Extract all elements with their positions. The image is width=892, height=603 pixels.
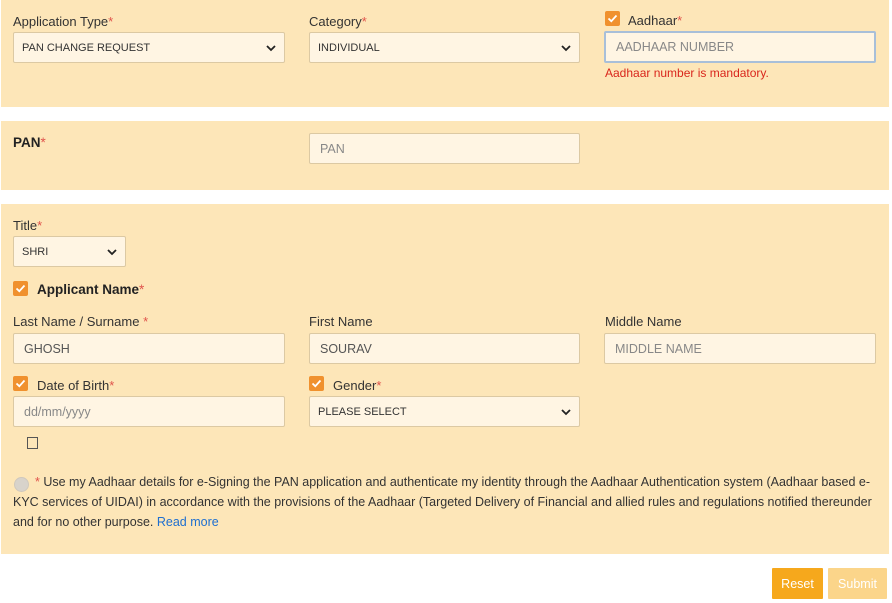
middle-name-label: Middle Name [605, 314, 682, 329]
category-label: Category* [309, 14, 367, 29]
read-more-link[interactable]: Read more [157, 515, 219, 529]
aadhaar-checkbox[interactable] [605, 11, 620, 26]
title-select[interactable]: SHRI [13, 236, 126, 267]
application-type-select[interactable]: PAN CHANGE REQUEST [13, 32, 285, 63]
last-name-input[interactable]: GHOSH [13, 333, 285, 364]
application-type-value: PAN CHANGE REQUEST [22, 41, 151, 54]
chevron-down-icon [266, 44, 276, 51]
application-type-label: Application Type* [13, 14, 114, 29]
first-name-label: First Name [309, 314, 373, 329]
pan-input[interactable]: PAN [309, 133, 580, 164]
title-value: SHRI [22, 245, 49, 258]
gender-value: PLEASE SELECT [318, 405, 407, 418]
checkmark-icon [311, 379, 322, 388]
category-select[interactable]: INDIVIDUAL [309, 32, 580, 63]
aadhaar-label: Aadhaar* [628, 13, 683, 28]
checkmark-icon [607, 14, 618, 23]
title-label: Title* [13, 218, 43, 233]
chevron-down-icon [561, 408, 571, 415]
middle-name-placeholder: MIDDLE NAME [615, 341, 702, 356]
dob-input[interactable]: dd/mm/yyyy [13, 396, 285, 427]
gender-checkbox[interactable] [309, 376, 324, 391]
pan-placeholder: PAN [320, 141, 345, 156]
chevron-down-icon [561, 44, 571, 51]
empty-checkbox[interactable] [27, 437, 38, 449]
pan-label: PAN* [13, 135, 46, 150]
applicant-name-label: Applicant Name* [37, 282, 145, 297]
first-name-input[interactable]: SOURAV [309, 333, 580, 364]
submit-button[interactable]: Submit [828, 568, 887, 599]
dob-checkbox[interactable] [13, 376, 28, 391]
first-name-value: SOURAV [320, 341, 372, 356]
consent-text: * Use my Aadhaar details for e-Signing t… [13, 475, 872, 529]
last-name-label: Last Name / Surname * [13, 314, 149, 329]
applicant-name-checkbox[interactable] [13, 281, 28, 296]
gender-label: Gender* [333, 378, 382, 393]
aadhaar-error: Aadhaar number is mandatory. [605, 66, 769, 80]
dob-label: Date of Birth* [37, 378, 115, 393]
aadhaar-input[interactable]: AADHAAR NUMBER [604, 31, 876, 63]
checkmark-icon [15, 379, 26, 388]
category-value: INDIVIDUAL [318, 41, 380, 54]
gender-select[interactable]: PLEASE SELECT [309, 396, 580, 427]
checkmark-icon [15, 284, 26, 293]
last-name-value: GHOSH [24, 341, 70, 356]
dob-placeholder: dd/mm/yyyy [24, 404, 91, 419]
aadhaar-placeholder: AADHAAR NUMBER [616, 40, 735, 54]
chevron-down-icon [107, 248, 117, 255]
middle-name-input[interactable]: MIDDLE NAME [604, 333, 876, 364]
reset-button[interactable]: Reset [772, 568, 823, 599]
